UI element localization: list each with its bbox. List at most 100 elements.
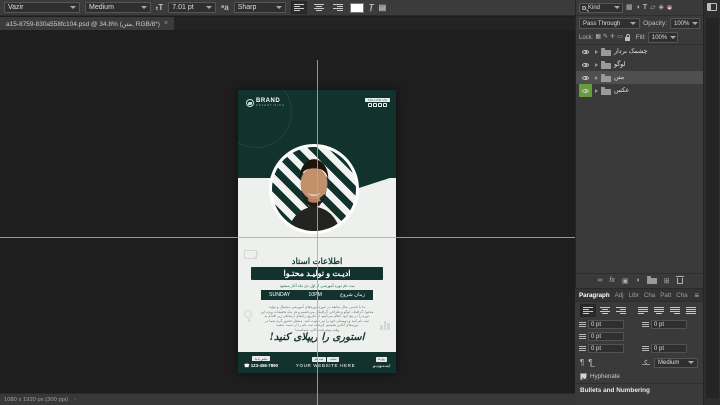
para-justify-last-left-button[interactable] <box>636 305 650 316</box>
align-center-button[interactable] <box>312 2 326 13</box>
indent-left-field[interactable]: 0 pt <box>579 320 636 329</box>
indent-right-field[interactable]: 0 pt <box>642 320 699 329</box>
anti-alias-value: Sharp <box>238 4 257 11</box>
expand-chevron-icon[interactable] <box>595 89 598 93</box>
instagram-icon <box>373 103 377 107</box>
filter-smart-object-icon[interactable]: ◈ <box>659 4 664 11</box>
space-before-value[interactable]: 0 pt <box>588 344 624 353</box>
document-tab[interactable]: a15-8759-830a558fc104.psd @ 34.8% (متن, … <box>0 17 174 30</box>
hyphenate-checkbox[interactable] <box>580 373 587 380</box>
visibility-toggle[interactable] <box>579 45 592 58</box>
para-align-right-button[interactable] <box>614 305 628 316</box>
align-left-button[interactable] <box>291 1 307 14</box>
lock-label: Lock: <box>579 35 593 41</box>
indent-left-value[interactable]: 0 pt <box>588 320 624 329</box>
canvas-area[interactable]: BRAND ADVERTISING FOLLOW US <box>0 30 575 393</box>
para-align-center-button[interactable] <box>598 305 612 316</box>
visibility-toggle[interactable] <box>579 71 592 84</box>
vertical-guide[interactable] <box>317 60 318 405</box>
group-folder-icon <box>601 76 611 82</box>
footer-contact: تماس با ما ☎ 123-456-7890 <box>244 356 278 369</box>
space-after-field[interactable]: 0 pt <box>642 344 699 353</box>
visibility-toggle[interactable] <box>579 84 592 97</box>
text-color-swatch[interactable] <box>350 3 364 13</box>
panel-collapse-icon[interactable] <box>707 3 717 11</box>
layer-row-selected[interactable]: متن <box>576 71 703 84</box>
status-arrow-icon[interactable]: › <box>74 397 76 403</box>
chevron-down-icon <box>276 6 282 9</box>
expand-chevron-icon[interactable] <box>595 63 598 67</box>
eye-icon <box>582 76 589 80</box>
layer-row[interactable]: عکس <box>576 84 703 97</box>
font-size-select[interactable]: 7.01 pt <box>168 2 216 13</box>
font-style-select[interactable]: Medium <box>85 2 151 13</box>
lock-transparency-icon[interactable]: ▦ <box>595 34 601 41</box>
layer-row[interactable]: چشمک بردار <box>576 45 703 58</box>
panel-menu-icon[interactable]: ≡ <box>694 291 699 300</box>
para-align-left-button[interactable] <box>580 304 596 317</box>
tab-paragraph[interactable]: Paragraph <box>579 292 610 299</box>
blend-mode-select[interactable]: Pass Through <box>579 18 640 29</box>
lock-pixels-icon[interactable]: ✎ <box>603 34 608 41</box>
new-layer-icon[interactable]: ⊞ <box>664 277 670 285</box>
space-before-field[interactable]: 0 pt <box>579 344 636 353</box>
twitter-icon <box>378 103 382 107</box>
document-info: 1080 x 1920 px (300 ppi) <box>4 397 68 403</box>
filter-adjustment-icon[interactable]: ◑ <box>636 4 640 11</box>
layer-name: لوگو <box>614 61 625 68</box>
tab-channels[interactable]: Cha <box>676 292 687 299</box>
adjustment-layer-icon[interactable]: ◑ <box>635 277 639 284</box>
para-justify-last-right-button[interactable] <box>668 305 682 316</box>
layer-row[interactable]: لوگو <box>576 58 703 71</box>
bullets-section-header[interactable]: Bullets and Numbering <box>575 383 703 397</box>
filter-type-icon[interactable]: T <box>643 4 647 11</box>
opacity-select[interactable]: 100% <box>670 18 700 29</box>
align-right-button[interactable] <box>331 2 345 13</box>
filter-pixel-icon[interactable]: ▦ <box>626 4 633 11</box>
paragraph-panel: Paragraph Adj Libr Cha Patt Cha ≡ 0 pt <box>575 288 703 405</box>
para-justify-last-center-button[interactable] <box>652 305 666 316</box>
warp-text-icon[interactable]: T̼ <box>369 3 374 12</box>
fill-select[interactable]: 100% <box>648 32 678 43</box>
filter-shape-icon[interactable]: ▱ <box>650 4 655 11</box>
expand-chevron-icon[interactable] <box>595 76 598 80</box>
expand-chevron-icon[interactable] <box>595 50 598 54</box>
first-line-indent-icon <box>579 334 586 339</box>
phone-icon: ☎ <box>244 363 249 368</box>
space-after-value[interactable]: 0 pt <box>651 344 687 353</box>
lock-position-icon[interactable]: ✛ <box>610 34 615 41</box>
ltr-paragraph-icon[interactable]: ¶ <box>580 358 584 367</box>
kashida-select[interactable]: Medium <box>654 358 698 368</box>
tab-patterns[interactable]: Patt <box>660 292 671 299</box>
font-family-value: Vazir <box>8 4 23 11</box>
tab-libraries[interactable]: Libr <box>629 292 639 299</box>
lock-all-icon[interactable] <box>625 37 630 41</box>
align-center-icon <box>314 4 324 11</box>
tab-adjustments[interactable]: Adj <box>615 292 624 299</box>
close-icon[interactable]: × <box>164 20 168 27</box>
link-layers-icon[interactable]: ∞ <box>597 277 602 284</box>
delete-layer-icon[interactable] <box>677 278 683 284</box>
first-line-indent-value[interactable]: 0 pt <box>588 332 624 341</box>
new-group-icon[interactable] <box>647 278 657 284</box>
lock-artboard-icon[interactable]: ▭ <box>617 34 623 41</box>
layer-mask-icon[interactable]: ▣ <box>622 277 629 285</box>
indent-left-icon <box>579 322 586 327</box>
rtl-paragraph-icon[interactable]: ¶̲ <box>588 358 592 367</box>
para-justify-all-button[interactable] <box>684 305 698 316</box>
first-line-indent-field[interactable]: 0 pt <box>579 332 636 341</box>
anti-alias-select[interactable]: Sharp <box>234 2 286 13</box>
visibility-toggle[interactable] <box>579 58 592 71</box>
horizontal-guide[interactable] <box>0 237 575 238</box>
indent-right-value[interactable]: 0 pt <box>651 320 687 329</box>
filter-toggle-icon[interactable] <box>667 5 672 10</box>
space-after-icon <box>642 346 649 351</box>
eye-icon <box>582 89 589 93</box>
tab-character[interactable]: Cha <box>644 292 655 299</box>
filter-kind-label: Kind <box>588 5 600 11</box>
layer-filter-select[interactable]: Kind <box>579 3 623 13</box>
font-family-select[interactable]: Vazir <box>4 2 80 13</box>
layer-style-icon[interactable]: fx <box>609 277 614 284</box>
page-tag: پیج ما <box>376 357 388 362</box>
toggle-panels-icon[interactable]: ▤ <box>379 3 387 12</box>
